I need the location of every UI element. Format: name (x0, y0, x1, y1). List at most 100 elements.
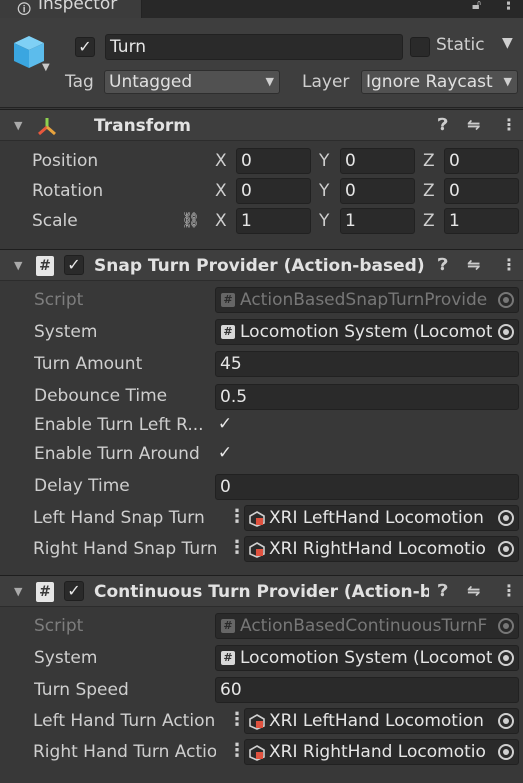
axis-x-label[interactable]: X (215, 151, 227, 171)
object-picker-icon[interactable] (498, 650, 514, 666)
continuous-turn-enabled-checkbox[interactable]: ✓ (64, 581, 84, 601)
tag-value: Untagged (109, 72, 193, 92)
turn-speed-label: Turn Speed (34, 680, 129, 700)
rotation-y-field[interactable]: 0 (340, 178, 415, 204)
script-label: Script (34, 290, 84, 310)
active-checkbox[interactable]: ✓ (75, 37, 95, 57)
delay-time-field[interactable]: 0 (215, 474, 519, 500)
fold-arrow-icon[interactable]: ▼ (14, 259, 22, 272)
input-action-asset-icon (249, 714, 265, 730)
system-label: System (34, 322, 98, 342)
left-hand-turn-action-value: XRI LeftHand Locomotion (269, 711, 484, 731)
gameobject-header: ▼ ✓ Turn Static ▼ Tag Untagged ▼ Layer I… (0, 18, 523, 108)
system-value: Locomotion System (Locomot (240, 322, 492, 342)
delay-time-label: Delay Time (34, 476, 130, 496)
left-hand-snap-turn-field[interactable]: XRI LeftHand Locomotion (244, 505, 519, 531)
scale-z-field[interactable]: 1 (444, 208, 519, 234)
turn-speed-field[interactable]: 60 (215, 677, 519, 703)
gameobject-cube-icon[interactable] (12, 34, 46, 70)
fold-arrow-icon[interactable]: ▼ (14, 119, 22, 132)
input-action-asset-icon (249, 542, 265, 558)
input-action-asset-icon (249, 745, 265, 761)
object-picker-icon[interactable] (498, 744, 514, 760)
axis-z-label[interactable]: Z (423, 181, 435, 201)
component-menu-icon[interactable]: ⋮ (501, 115, 517, 134)
axis-y-label[interactable]: Y (319, 151, 329, 171)
help-icon[interactable]: ❓︎ (438, 581, 448, 601)
position-label: Position (32, 151, 99, 171)
transform-title: Transform (94, 116, 191, 136)
left-hand-snap-turn-value: XRI LeftHand Locomotion (269, 508, 484, 528)
static-checkbox[interactable] (410, 37, 430, 57)
continuous-turn-header[interactable]: ▼ # ✓ Continuous Turn Provider (Action-b… (0, 575, 523, 607)
help-icon[interactable]: ❓︎ (438, 255, 448, 275)
turn-amount-field[interactable]: 45 (215, 351, 519, 377)
left-hand-turn-action-label: Left Hand Turn Action (33, 711, 216, 731)
axis-x-label[interactable]: X (215, 181, 227, 201)
script-hash-icon: # (36, 582, 54, 602)
tab-bar: 🛈 Inspector 🔓︎ ⋮ (0, 0, 523, 18)
help-icon[interactable]: ❓︎ (438, 115, 448, 135)
system-field[interactable]: # Locomotion System (Locomot (215, 319, 519, 345)
debounce-time-field[interactable]: 0.5 (215, 384, 519, 410)
tag-dropdown[interactable]: Untagged ▼ (104, 70, 280, 94)
axis-z-label[interactable]: Z (423, 151, 435, 171)
enable-turn-left-right-label: Enable Turn Left R... (34, 415, 204, 435)
continuous-turn-title: Continuous Turn Provider (Action-ba (94, 582, 429, 602)
lock-icon[interactable]: 🔓︎ (472, 0, 481, 13)
right-hand-turn-action-value: XRI RightHand Locomotio (269, 742, 486, 762)
constrain-proportions-link-icon[interactable]: ⛓ (181, 211, 200, 229)
scale-x-field[interactable]: 1 (236, 208, 311, 234)
tab-inspector[interactable]: 🛈 Inspector (0, 0, 142, 18)
axis-y-label[interactable]: Y (319, 211, 329, 231)
scale-y-field[interactable]: 1 (340, 208, 415, 234)
rotation-label: Rotation (32, 181, 104, 201)
gameobject-name-input[interactable]: Turn (105, 34, 403, 60)
right-hand-turn-action-field[interactable]: XRI RightHand Locomotio (244, 739, 519, 765)
transform-header[interactable]: ▼ Transform ❓︎ ⇋ ⋮ (0, 109, 523, 141)
right-hand-snap-turn-field[interactable]: XRI RightHand Locomotio (244, 536, 519, 562)
object-picker-icon[interactable] (498, 541, 514, 557)
snap-turn-enabled-checkbox[interactable]: ✓ (64, 255, 84, 275)
enable-turn-left-right-checkbox[interactable]: ✓ (215, 414, 235, 434)
rotation-z-field[interactable]: 0 (444, 178, 519, 204)
chevron-down-icon: ▼ (265, 75, 274, 88)
enable-turn-around-checkbox[interactable]: ✓ (215, 443, 235, 463)
tab-menu-icon[interactable]: ⋮ (500, 0, 517, 14)
static-dropdown-icon[interactable]: ▼ (502, 35, 513, 51)
axis-y-label[interactable]: Y (319, 181, 329, 201)
transform-icon (38, 118, 56, 136)
system-field[interactable]: # Locomotion System (Locomot (215, 645, 519, 671)
snap-turn-header[interactable]: ▼ # ✓ Snap Turn Provider (Action-based) … (0, 249, 523, 281)
enable-turn-around-label: Enable Turn Around (34, 444, 200, 464)
presets-icon[interactable]: ⇋ (467, 581, 480, 600)
chevron-down-icon[interactable]: ▼ (42, 62, 50, 73)
fold-arrow-icon[interactable]: ▼ (14, 585, 22, 598)
script-hash-icon: # (36, 256, 54, 276)
right-hand-snap-turn-value: XRI RightHand Locomotio (269, 539, 486, 559)
object-picker-icon[interactable] (498, 324, 514, 340)
position-x-field[interactable]: 0 (236, 148, 311, 174)
axis-z-label[interactable]: Z (423, 211, 435, 231)
script-hash-icon: # (221, 619, 235, 633)
scale-label: Scale (32, 211, 78, 231)
position-y-field[interactable]: 0 (340, 148, 415, 174)
script-hash-icon: # (221, 325, 235, 339)
object-picker-icon (498, 292, 514, 308)
component-menu-icon[interactable]: ⋮ (501, 581, 517, 600)
left-hand-turn-action-field[interactable]: XRI LeftHand Locomotion (244, 708, 519, 734)
script-value: ActionBasedContinuousTurnF (240, 616, 488, 636)
layer-value: Ignore Raycast (366, 72, 493, 92)
rotation-x-field[interactable]: 0 (236, 178, 311, 204)
axis-x-label[interactable]: X (215, 211, 227, 231)
snap-turn-title: Snap Turn Provider (Action-based) (94, 256, 424, 276)
position-z-field[interactable]: 0 (444, 148, 519, 174)
component-menu-icon[interactable]: ⋮ (501, 255, 517, 274)
layer-label: Layer (302, 72, 350, 92)
presets-icon[interactable]: ⇋ (467, 255, 480, 274)
object-picker-icon[interactable] (498, 510, 514, 526)
presets-icon[interactable]: ⇋ (467, 115, 480, 134)
debounce-time-label: Debounce Time (34, 386, 168, 406)
object-picker-icon[interactable] (498, 713, 514, 729)
layer-dropdown[interactable]: Ignore Raycast ▼ (361, 70, 518, 94)
